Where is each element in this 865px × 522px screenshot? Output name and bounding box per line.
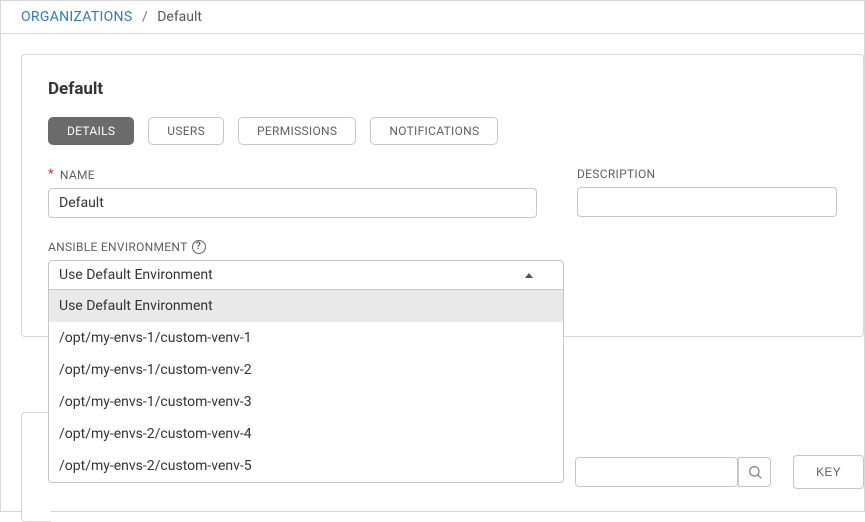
search-input[interactable]: [575, 457, 738, 487]
tab-bar: DETAILS USERS PERMISSIONS NOTIFICATIONS: [48, 117, 837, 145]
tab-details[interactable]: DETAILS: [48, 117, 134, 145]
name-input[interactable]: [48, 188, 537, 218]
env-option[interactable]: /opt/my-envs-2/custom-venv-5: [49, 450, 563, 482]
breadcrumb: ORGANIZATIONS / Default: [1, 1, 864, 34]
env-option[interactable]: /opt/my-envs-2/custom-venv-4: [49, 418, 563, 450]
ansible-env-label: ANSIBLE ENVIRONMENT ?: [48, 240, 564, 254]
env-option[interactable]: Use Default Environment: [49, 290, 563, 322]
name-label-text: NAME: [60, 168, 95, 182]
panel-title: Default: [48, 79, 837, 99]
env-option[interactable]: /opt/my-envs-1/custom-venv-1: [49, 322, 563, 354]
ansible-env-dropdown: Use Default Environment /opt/my-envs-1/c…: [48, 289, 564, 483]
search-button[interactable]: [738, 457, 771, 487]
name-label: * NAME: [48, 167, 537, 182]
caret-up-icon: [525, 273, 533, 278]
help-icon[interactable]: ?: [192, 240, 206, 254]
breadcrumb-current: Default: [157, 9, 202, 25]
ansible-env-select[interactable]: Use Default Environment: [48, 260, 564, 290]
tab-permissions[interactable]: PERMISSIONS: [238, 117, 356, 145]
key-button[interactable]: KEY: [793, 455, 864, 489]
env-option[interactable]: /opt/my-envs-1/custom-venv-3: [49, 386, 563, 418]
panel-stub: [21, 412, 51, 522]
description-input[interactable]: [577, 187, 837, 217]
breadcrumb-root[interactable]: ORGANIZATIONS: [21, 9, 132, 25]
org-details-panel: Default DETAILS USERS PERMISSIONS NOTIFI…: [21, 54, 864, 337]
required-marker: *: [48, 167, 54, 182]
tab-users[interactable]: USERS: [148, 117, 224, 145]
tab-notifications[interactable]: NOTIFICATIONS: [370, 117, 498, 145]
search-icon: [747, 464, 763, 480]
ansible-env-label-text: ANSIBLE ENVIRONMENT: [48, 240, 188, 254]
ansible-env-selected-value: Use Default Environment: [59, 267, 213, 283]
env-option[interactable]: /opt/my-envs-1/custom-venv-2: [49, 354, 563, 386]
description-label: DESCRIPTION: [577, 167, 837, 181]
breadcrumb-sep: /: [142, 9, 148, 25]
